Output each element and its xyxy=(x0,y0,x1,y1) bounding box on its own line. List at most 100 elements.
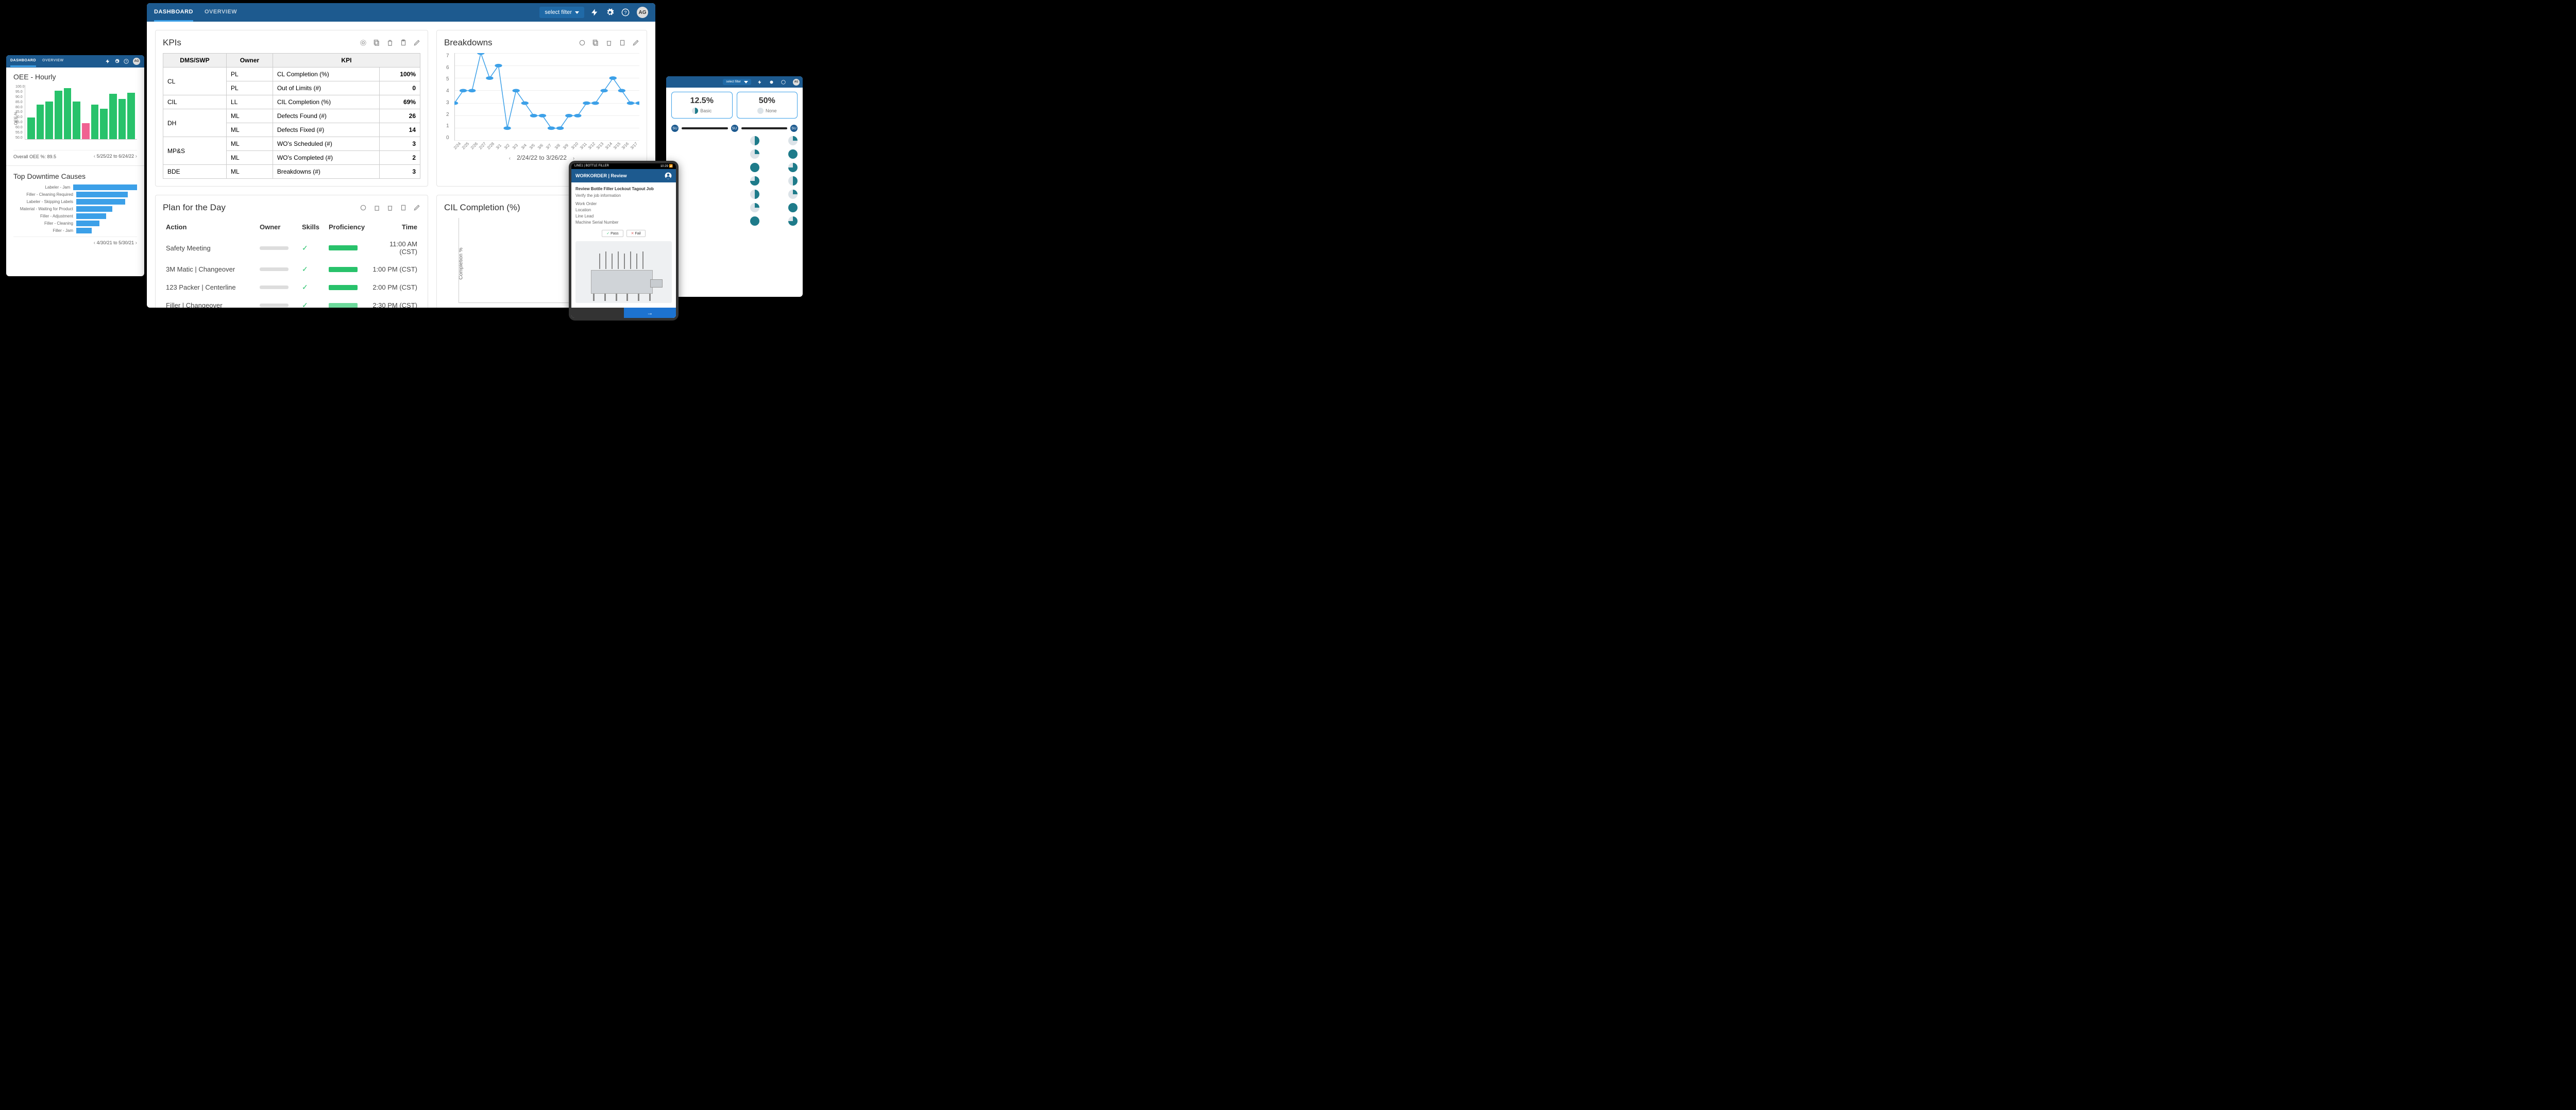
pie-icon[interactable] xyxy=(750,176,759,186)
oee-bar[interactable] xyxy=(55,91,62,140)
tablet-device: LINE1 | BOTTLE FILLER10:29 📶 WORKORDER |… xyxy=(569,161,679,321)
tablet-header: WORKORDER | Review xyxy=(571,169,676,182)
help-icon[interactable]: ? xyxy=(621,8,630,16)
pie-icon[interactable] xyxy=(788,203,798,212)
gear-icon[interactable] xyxy=(360,39,367,46)
gear-icon[interactable] xyxy=(579,39,586,46)
copy-icon[interactable] xyxy=(373,39,380,46)
workorder-field: Line Lead xyxy=(575,213,672,220)
training-row xyxy=(671,201,798,214)
gear-icon[interactable] xyxy=(606,8,614,16)
stat-card-none[interactable]: 50% None xyxy=(737,92,798,119)
stat-card-basic[interactable]: 12.5% Basic xyxy=(671,92,733,119)
kpi-panel: KPIs DMS/SWP Owner KPI CLPLCL Completion… xyxy=(155,30,428,187)
pie-icon[interactable] xyxy=(750,136,759,145)
bolt-icon[interactable] xyxy=(757,80,762,85)
trash-icon[interactable] xyxy=(605,39,613,46)
date-range: 4/30/21 to 5/30/21 xyxy=(97,240,134,245)
workorder-field: Machine Serial Number xyxy=(575,220,672,226)
next-icon[interactable]: › xyxy=(135,240,137,246)
trash-icon[interactable] xyxy=(386,39,394,46)
oee-bar-chart: OEE % 100.095.090.085.080.075.070.065.06… xyxy=(25,85,137,147)
training-row xyxy=(671,188,798,201)
plan-panel: Plan for the Day Action Owner Skills Pro… xyxy=(155,195,428,308)
owner-bar xyxy=(260,267,289,271)
workorder-field: Work Order xyxy=(575,201,672,207)
filter-dropdown[interactable]: select filter xyxy=(539,7,584,18)
tab-overview[interactable]: OVERVIEW xyxy=(42,56,64,67)
gear-icon[interactable] xyxy=(114,59,120,64)
chevron-down-icon xyxy=(575,11,579,14)
pie-icon xyxy=(692,108,698,114)
downtime-row: Labeler - Jam xyxy=(13,184,137,190)
next-icon[interactable]: › xyxy=(135,154,137,159)
tablet-next[interactable]: → xyxy=(624,308,676,318)
training-row xyxy=(671,147,798,161)
pie-icon[interactable] xyxy=(750,203,759,212)
proficiency-bar xyxy=(329,285,358,290)
kpi-row: CLPLCL Completion (%)100% xyxy=(163,68,420,81)
filter-dropdown[interactable]: select filter xyxy=(723,79,751,85)
pie-icon[interactable] xyxy=(750,190,759,199)
oee-bar[interactable] xyxy=(82,123,90,140)
plan-row: Filler | Changeover✓2:30 PM (CST) xyxy=(164,297,419,308)
gear-icon[interactable] xyxy=(769,80,774,85)
tab-overview[interactable]: OVERVIEW xyxy=(205,4,237,22)
pie-icon[interactable] xyxy=(750,149,759,159)
panel-title: OEE - Hourly xyxy=(13,73,137,81)
tab-dashboard[interactable]: DASHBOARD xyxy=(154,4,193,22)
clipboard-icon[interactable] xyxy=(400,204,407,211)
oee-bar[interactable] xyxy=(100,109,108,139)
training-row xyxy=(671,161,798,174)
copy-icon[interactable] xyxy=(373,204,380,211)
trash-icon[interactable] xyxy=(386,204,394,211)
proficiency-bar xyxy=(329,303,358,308)
svg-text:?: ? xyxy=(624,10,626,15)
oee-bar[interactable] xyxy=(64,88,72,139)
help-icon[interactable]: ? xyxy=(124,59,129,64)
avatar[interactable]: AG xyxy=(133,58,140,65)
oee-bar[interactable] xyxy=(45,102,53,140)
workorder-title: Review Bottle Filler Lockout Tagout Job xyxy=(575,187,672,191)
oee-bar[interactable] xyxy=(27,117,35,139)
gear-icon[interactable] xyxy=(360,204,367,211)
prev-icon[interactable]: ‹ xyxy=(94,154,95,159)
pie-icon[interactable] xyxy=(788,149,798,159)
user-icon[interactable] xyxy=(665,172,672,179)
oee-bar[interactable] xyxy=(118,99,126,139)
pie-icon[interactable] xyxy=(788,176,798,186)
pie-icon[interactable] xyxy=(788,190,798,199)
pie-icon[interactable] xyxy=(788,136,798,145)
edit-icon[interactable] xyxy=(413,39,420,46)
oee-bar[interactable] xyxy=(91,105,99,139)
pie-icon[interactable] xyxy=(788,163,798,172)
tablet-back[interactable] xyxy=(571,308,624,318)
oee-bar[interactable] xyxy=(109,94,117,139)
pie-icon[interactable] xyxy=(750,216,759,226)
pass-button[interactable]: Pass xyxy=(602,230,623,237)
oee-bar[interactable] xyxy=(127,93,135,139)
machine-image xyxy=(575,241,672,303)
prev-icon[interactable]: ‹ xyxy=(509,156,511,161)
prev-icon[interactable]: ‹ xyxy=(94,240,95,246)
avatar[interactable]: AG xyxy=(793,79,800,86)
bolt-icon[interactable] xyxy=(590,8,599,16)
tab-dashboard[interactable]: DASHBOARD xyxy=(10,56,36,67)
pie-icon[interactable] xyxy=(788,216,798,226)
edit-icon[interactable] xyxy=(632,39,639,46)
pie-icon[interactable] xyxy=(750,163,759,172)
help-icon[interactable] xyxy=(781,80,786,85)
avatar[interactable]: AG xyxy=(637,7,648,18)
training-row xyxy=(671,174,798,188)
owner-bar xyxy=(260,285,289,289)
clipboard-icon[interactable] xyxy=(400,39,407,46)
oee-bar[interactable] xyxy=(73,102,80,140)
check-icon: ✓ xyxy=(302,244,308,252)
oee-bar[interactable] xyxy=(37,105,44,139)
edit-icon[interactable] xyxy=(413,204,420,211)
copy-icon[interactable] xyxy=(592,39,599,46)
check-icon: ✓ xyxy=(302,265,308,273)
bolt-icon[interactable] xyxy=(105,59,110,64)
fail-button[interactable]: Fail xyxy=(626,230,646,237)
clipboard-icon[interactable] xyxy=(619,39,626,46)
